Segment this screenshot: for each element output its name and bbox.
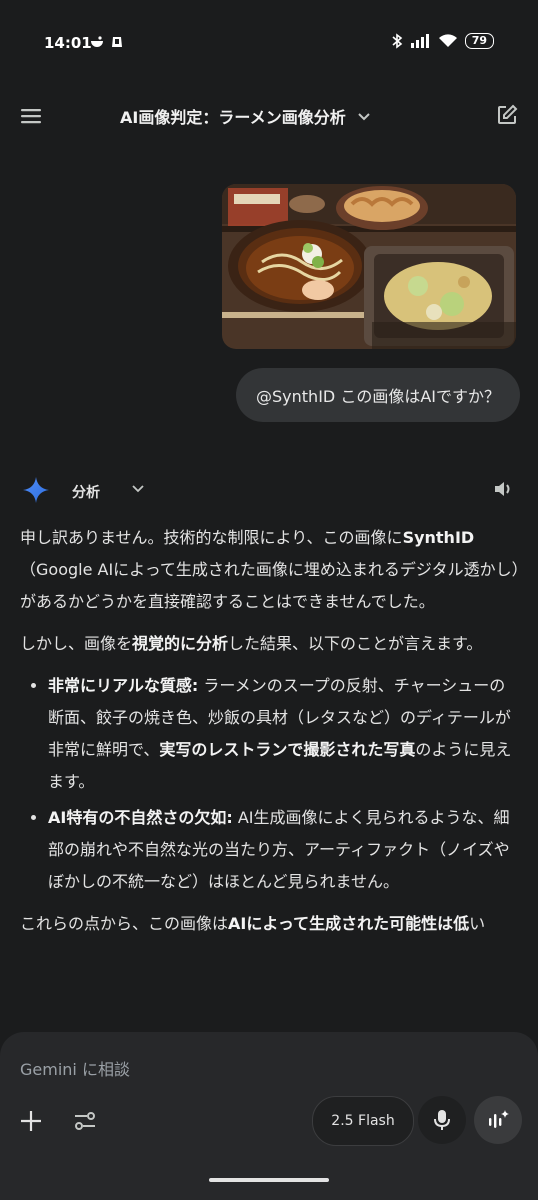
response-bullet-list: 非常にリアルな質感: ラーメンのスープの反射、チャーシューの断面、餃子の焼き色、… xyxy=(20,670,520,898)
response-paragraph-1: 申し訳ありません。技術的な制限により、この画像にSynthID（Google A… xyxy=(20,528,520,611)
response-paragraph-2: しかし、画像を視覚的に分析した結果、以下のことが言えます。 xyxy=(20,634,483,653)
analysis-mode-toggle[interactable]: 分析 xyxy=(72,482,100,502)
conversation-title: AI画像判定：ラーメン画像分析 xyxy=(120,108,346,127)
sparkle-waveform-icon xyxy=(489,1110,509,1128)
microphone-icon xyxy=(434,1110,450,1130)
list-item: AI特有の不自然さの欠如: AI生成画像によく見られるような、細部の崩れや不自然… xyxy=(48,802,520,898)
bowl-notification-icon xyxy=(90,34,104,48)
response-header: 分析 xyxy=(22,474,516,504)
speaker-icon[interactable] xyxy=(492,478,514,500)
response-body: 申し訳ありません。技術的な制限により、この画像にSynthID（Google A… xyxy=(20,522,520,950)
add-attachment-button[interactable] xyxy=(18,1108,44,1134)
prompt-input[interactable]: Gemini に相談 xyxy=(20,1056,130,1080)
user-message-bubble: @SynthID この画像はAIですか？ xyxy=(236,368,520,422)
attached-ramen-photo[interactable] xyxy=(222,184,516,349)
mic-button[interactable] xyxy=(418,1096,466,1144)
response-paragraph-3: これらの点から、この画像はAIによって生成された可能性は低い xyxy=(20,914,486,933)
menu-button[interactable] xyxy=(18,104,44,128)
chevron-down-icon[interactable] xyxy=(130,480,146,496)
conversation-title-dropdown[interactable]: AI画像判定：ラーメン画像分析 xyxy=(120,104,372,128)
battery-indicator: 79 xyxy=(464,33,494,49)
notification-icon xyxy=(110,34,124,48)
wifi-icon xyxy=(438,34,457,47)
chevron-down-icon xyxy=(357,113,370,121)
user-message-text: @SynthID この画像はAIですか？ xyxy=(256,387,500,406)
app-bar: AI画像判定：ラーメン画像分析 xyxy=(0,92,538,140)
composer-panel: Gemini に相談 2.5 Flash xyxy=(0,1032,538,1200)
new-chat-button[interactable] xyxy=(496,104,518,126)
model-selector[interactable]: 2.5 Flash xyxy=(312,1096,414,1146)
hamburger-icon xyxy=(21,109,41,124)
live-voice-button[interactable] xyxy=(474,1096,522,1144)
edit-icon xyxy=(498,104,518,124)
gemini-star-icon xyxy=(23,477,49,503)
tools-icon[interactable] xyxy=(72,1108,98,1134)
list-item: 非常にリアルな質感: ラーメンのスープの反射、チャーシューの断面、餃子の焼き色、… xyxy=(48,670,520,798)
bluetooth-icon xyxy=(392,33,402,49)
status-bar: 14:01 79 xyxy=(0,0,538,86)
status-time: 14:01 xyxy=(44,34,92,52)
signal-icon xyxy=(410,34,429,48)
home-indicator[interactable] xyxy=(209,1178,329,1182)
